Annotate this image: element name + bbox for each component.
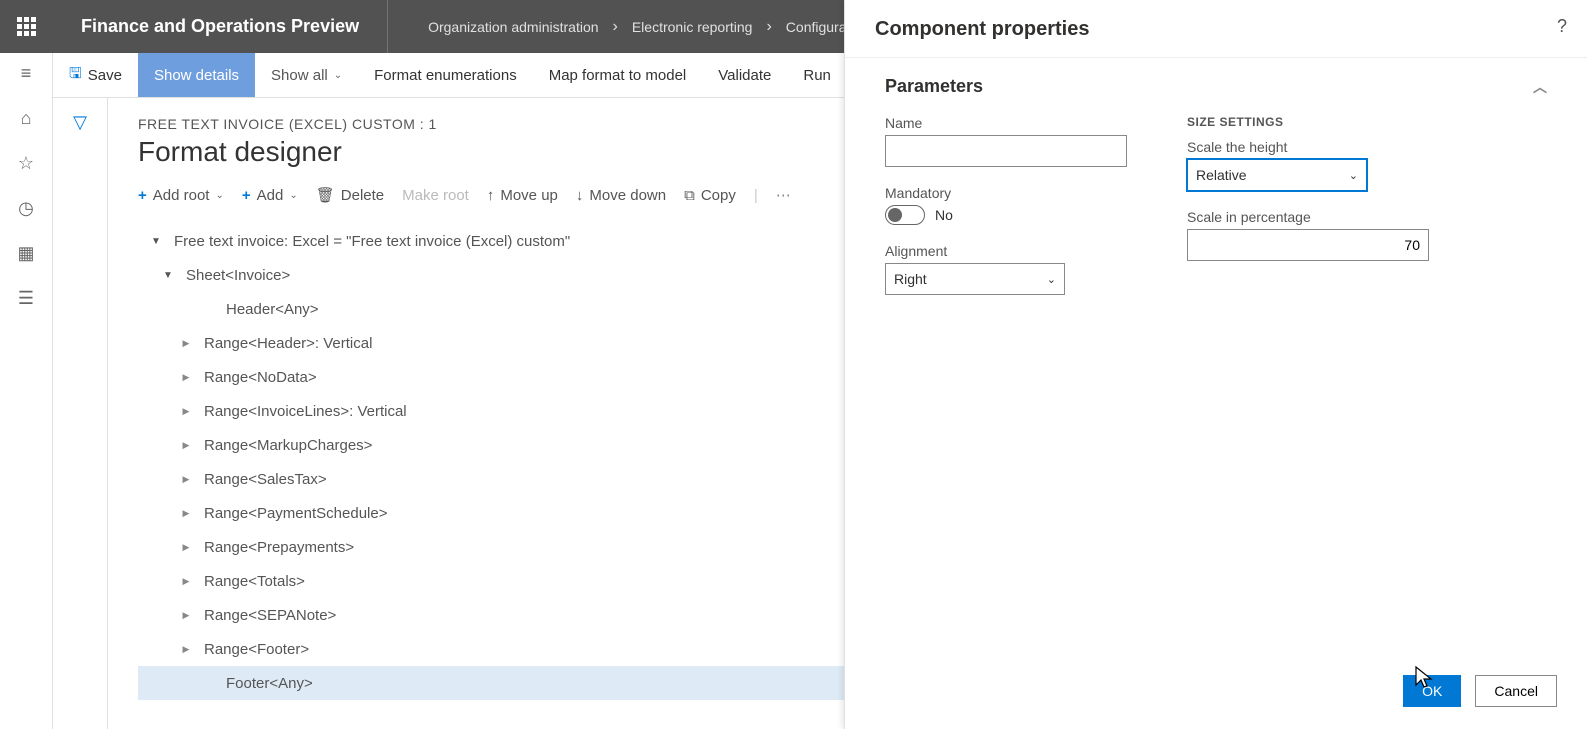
run-button[interactable]: Run (787, 53, 847, 97)
arrow-down-icon: ↓ (576, 187, 584, 204)
mandatory-toggle[interactable] (885, 205, 925, 225)
chevron-down-icon: ⌄ (215, 190, 223, 201)
scale-percentage-input[interactable] (1187, 229, 1429, 261)
recent-icon[interactable]: ◷ (18, 198, 34, 219)
expand-icon[interactable] (178, 338, 194, 349)
ok-button[interactable]: OK (1403, 675, 1461, 707)
validate-button[interactable]: Validate (702, 53, 787, 97)
tree-label: Header<Any> (226, 301, 319, 318)
add-button[interactable]: + Add ⌄ (242, 187, 298, 204)
home-icon[interactable]: ⌂ (21, 108, 32, 129)
expand-icon[interactable] (178, 508, 194, 519)
move-down-label: Move down (589, 187, 666, 204)
waffle-icon (17, 17, 36, 36)
tree-label: Range<MarkupCharges> (204, 437, 372, 454)
collapse-icon[interactable] (160, 270, 176, 281)
name-input[interactable] (885, 135, 1127, 167)
workspaces-icon[interactable]: ▦ (17, 243, 34, 264)
move-down-button[interactable]: ↓ Move down (576, 187, 666, 204)
chevron-right-icon: › (766, 18, 771, 36)
chevron-up-icon: ︿ (1533, 77, 1547, 97)
tree-label: Range<Prepayments> (204, 539, 354, 556)
app-title: Finance and Operations Preview (53, 0, 388, 53)
cancel-button[interactable]: Cancel (1475, 675, 1557, 707)
format-enumerations-button[interactable]: Format enumerations (358, 53, 533, 97)
add-root-button[interactable]: + Add root ⌄ (138, 187, 224, 204)
app-launcher-button[interactable] (0, 0, 53, 53)
add-root-label: Add root (153, 187, 210, 204)
expand-icon[interactable] (178, 576, 194, 587)
tree-label: Range<SalesTax> (204, 471, 327, 488)
separator: | (754, 187, 758, 204)
more-actions-button[interactable]: ⋯ (776, 186, 791, 204)
parameters-section-header[interactable]: Parameters ︿ (885, 76, 1547, 97)
expand-icon[interactable] (178, 542, 194, 553)
expand-icon[interactable] (178, 474, 194, 485)
breadcrumb-item[interactable]: Organization administration (428, 19, 598, 35)
chevron-down-icon: ⌄ (1047, 273, 1056, 286)
map-format-button[interactable]: Map format to model (533, 53, 703, 97)
scale-height-value: Relative (1196, 167, 1247, 183)
arrow-up-icon: ↑ (487, 187, 495, 204)
plus-icon: + (138, 187, 147, 204)
make-root-button: Make root (402, 187, 469, 204)
delete-label: Delete (341, 187, 384, 204)
mandatory-label: Mandatory (885, 185, 1127, 201)
expand-icon[interactable] (178, 372, 194, 383)
expand-icon[interactable] (178, 610, 194, 621)
expand-icon[interactable] (178, 644, 194, 655)
section-label: Parameters (885, 76, 983, 97)
alignment-label: Alignment (885, 243, 1127, 259)
add-label: Add (257, 187, 284, 204)
show-all-label: Show all (271, 67, 328, 84)
size-settings-group: SIZE SETTINGS (1187, 115, 1429, 129)
delete-button[interactable]: 🗑 Delete (316, 186, 384, 204)
copy-icon: ⧉ (684, 187, 695, 204)
trash-icon: 🗑 (316, 186, 335, 204)
tree-label: Range<Footer> (204, 641, 309, 658)
save-icon: 🖫 (69, 63, 82, 88)
tree-label: Range<PaymentSchedule> (204, 505, 387, 522)
tree-label: Range<Header>: Vertical (204, 335, 372, 352)
chevron-down-icon: ⌄ (289, 190, 297, 201)
favorite-icon[interactable]: ☆ (18, 153, 34, 174)
show-details-button[interactable]: Show details (138, 53, 255, 97)
breadcrumb-item[interactable]: Electronic reporting (632, 19, 753, 35)
name-label: Name (885, 115, 1127, 131)
collapse-icon[interactable] (148, 236, 164, 247)
show-all-button[interactable]: Show all ⌄ (255, 53, 358, 97)
save-label: Save (88, 67, 122, 84)
help-icon[interactable]: ? (1537, 0, 1587, 53)
component-properties-panel: Component properties Parameters ︿ Name M… (844, 0, 1587, 729)
tree-label: Range<SEPANote> (204, 607, 336, 624)
alignment-value: Right (894, 271, 927, 287)
expand-icon[interactable] (178, 406, 194, 417)
copy-button[interactable]: ⧉ Copy (684, 187, 736, 204)
tree-label: Range<InvoiceLines>: Vertical (204, 403, 407, 420)
tree-label: Range<Totals> (204, 573, 305, 590)
chevron-right-icon: › (613, 18, 618, 36)
scale-percentage-label: Scale in percentage (1187, 209, 1429, 225)
alignment-select[interactable]: Right ⌄ (885, 263, 1065, 295)
copy-label: Copy (701, 187, 736, 204)
panel-title: Component properties (845, 0, 1587, 58)
plus-icon: + (242, 187, 251, 204)
tree-label: Range<NoData> (204, 369, 317, 386)
tree-label: Free text invoice: Excel = "Free text in… (174, 233, 570, 250)
hamburger-icon[interactable]: ≡ (21, 63, 32, 84)
tree-label: Footer<Any> (226, 675, 313, 692)
mandatory-value: No (935, 207, 953, 223)
tree-label: Sheet<Invoice> (186, 267, 290, 284)
move-up-label: Move up (500, 187, 558, 204)
filter-icon[interactable]: ▽ (73, 112, 87, 729)
expand-icon[interactable] (178, 440, 194, 451)
scale-height-label: Scale the height (1187, 139, 1429, 155)
scale-height-select[interactable]: Relative ⌄ (1187, 159, 1367, 191)
chevron-down-icon: ⌄ (1349, 169, 1358, 182)
save-button[interactable]: 🖫 Save (53, 53, 138, 97)
modules-icon[interactable]: ☰ (18, 288, 34, 309)
move-up-button[interactable]: ↑ Move up (487, 187, 558, 204)
chevron-down-icon: ⌄ (334, 70, 342, 81)
